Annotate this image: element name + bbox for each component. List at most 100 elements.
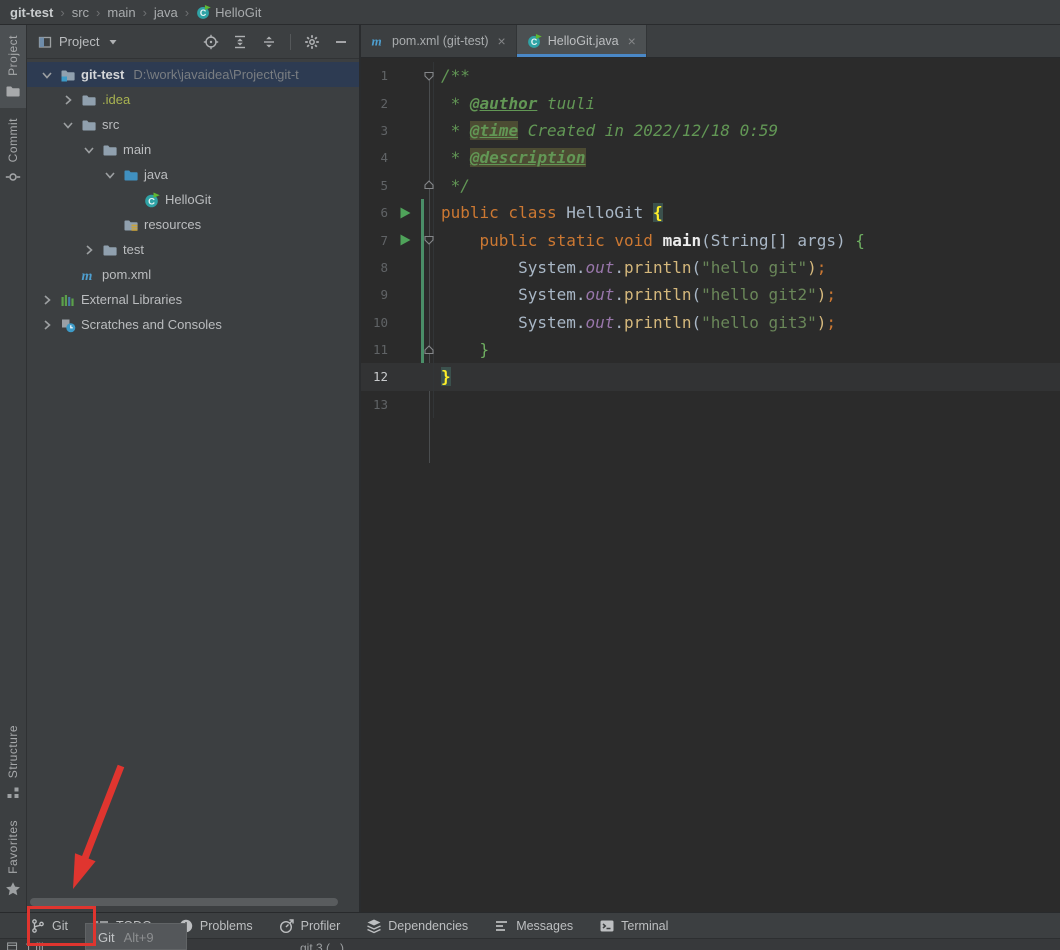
chevron-down-icon[interactable]: [81, 142, 97, 158]
code-line-10[interactable]: 10 System.out.println("hello git3");: [361, 309, 1060, 336]
tool-stripe-favorites[interactable]: Favorites: [0, 810, 26, 906]
code-line-2[interactable]: 2 * @author tuuli: [361, 89, 1060, 116]
messages-icon: [494, 918, 510, 934]
code-token: ;: [826, 285, 836, 304]
expand-all-icon[interactable]: [232, 34, 248, 50]
code-line-13[interactable]: 13: [361, 391, 1060, 418]
code-token: .: [614, 258, 624, 277]
tree-item-git-test[interactable]: git-testD:\work\javaidea\Project\git-t: [27, 62, 359, 87]
chevron-right-icon[interactable]: [81, 242, 97, 258]
statusbar-button-messages[interactable]: Messages: [494, 918, 573, 934]
code-token: .: [576, 285, 586, 304]
fold-up-icon[interactable]: [421, 177, 437, 193]
fold-down-icon[interactable]: [421, 68, 437, 84]
code-line-12[interactable]: 12}: [361, 363, 1060, 390]
code-token: @time: [470, 121, 518, 140]
horizontal-scrollbar[interactable]: [30, 898, 338, 906]
statusbar-button-profiler[interactable]: Profiler: [279, 918, 341, 934]
tool-stripe-structure[interactable]: Structure: [0, 715, 26, 810]
code-line-9[interactable]: 9 System.out.println("hello git2");: [361, 281, 1060, 308]
breadcrumb-label: main: [107, 5, 135, 20]
code-token: *: [441, 94, 470, 113]
breadcrumb-java[interactable]: java: [154, 5, 178, 20]
statusbar-button-git[interactable]: Git: [30, 918, 68, 934]
folder-icon: [81, 117, 97, 133]
code-line-4[interactable]: 4 * @description: [361, 144, 1060, 171]
folder-project-icon: [60, 67, 76, 83]
run-icon[interactable]: [397, 232, 413, 248]
code-line-11[interactable]: 11 }: [361, 336, 1060, 363]
tree-item-label: resources: [144, 217, 201, 232]
code-line-7[interactable]: 7 public static void main(String[] args)…: [361, 226, 1060, 253]
breadcrumb-git-test[interactable]: git-test: [10, 5, 53, 20]
stripe-folder-icon: [5, 83, 21, 99]
chevron-right-icon[interactable]: [39, 292, 55, 308]
gutter-marks: [388, 62, 433, 89]
gutter-marks: [388, 391, 433, 418]
code-token: Created in 2022/12/18 0:59: [518, 121, 778, 140]
breadcrumb-hellogit[interactable]: CHelloGit: [196, 5, 261, 20]
code-token: {: [653, 203, 663, 222]
settings-icon[interactable]: [304, 34, 320, 50]
statusbar-button-terminal[interactable]: Terminal: [599, 918, 668, 934]
statusbar-button-problems[interactable]: Problems: [178, 918, 253, 934]
editor-tab-hellogit-java[interactable]: CHelloGit.java×: [517, 25, 647, 57]
tree-item-external-libraries[interactable]: External Libraries: [27, 287, 359, 312]
statusbar-button-dependencies[interactable]: Dependencies: [366, 918, 468, 934]
locate-icon[interactable]: [203, 34, 219, 50]
code-editor[interactable]: 1/**2 * @author tuuli3 * @time Created i…: [361, 58, 1060, 912]
close-icon[interactable]: ×: [628, 33, 636, 49]
tree-item-hellogit[interactable]: CHelloGit: [27, 187, 359, 212]
tree-item-scratches-and-consoles[interactable]: Scratches and Consoles: [27, 312, 359, 337]
chevron-down-icon[interactable]: [60, 117, 76, 133]
line-number: 5: [361, 178, 388, 193]
chevron-down-icon[interactable]: [102, 167, 118, 183]
chevron-right-icon[interactable]: [39, 317, 55, 333]
code-line-5[interactable]: 5 */: [361, 172, 1060, 199]
statusbar-left-info: 1 fil: [6, 940, 44, 950]
tree-item-resources[interactable]: resources: [27, 212, 359, 237]
code-token: System: [518, 285, 576, 304]
code-text: */: [433, 172, 1060, 199]
gutter-marks: [388, 226, 433, 253]
tree-item-test[interactable]: test: [27, 237, 359, 262]
code-token: [441, 313, 518, 332]
tree-item-java[interactable]: java: [27, 162, 359, 187]
code-line-8[interactable]: 8 System.out.println("hello git");: [361, 254, 1060, 281]
code-line-3[interactable]: 3 * @time Created in 2022/12/18 0:59: [361, 117, 1060, 144]
code-token: (: [691, 258, 701, 277]
tab-label: HelloGit.java: [548, 34, 619, 48]
chevron-down-icon[interactable]: [105, 34, 121, 50]
code-line-6[interactable]: 6public class HelloGit {: [361, 199, 1060, 226]
hide-icon[interactable]: [333, 34, 349, 50]
breadcrumb-label: java: [154, 5, 178, 20]
code-text: }: [433, 336, 1060, 363]
code-lines: 1/**2 * @author tuuli3 * @time Created i…: [361, 62, 1060, 418]
gutter-marks: [388, 89, 433, 116]
dependencies-icon: [366, 918, 382, 934]
tool-stripe-project[interactable]: Project: [0, 25, 26, 108]
breadcrumb-main[interactable]: main: [107, 5, 135, 20]
stripe-label: Structure: [6, 725, 20, 778]
tree-item-label: .idea: [102, 92, 130, 107]
stripe-label: Project: [6, 35, 20, 76]
tree-item-main[interactable]: main: [27, 137, 359, 162]
code-line-1[interactable]: 1/**: [361, 62, 1060, 89]
statusbar-git-text: git 3 (...): [300, 941, 344, 950]
tree-item-src[interactable]: src: [27, 112, 359, 137]
code-token: @author: [470, 94, 537, 113]
class-icon: C: [196, 5, 211, 20]
tree-item-pom-xml[interactable]: mpom.xml: [27, 262, 359, 287]
chevron-right-icon[interactable]: [60, 92, 76, 108]
editor-tab-pom-xml-git-test[interactable]: mpom.xml (git-test)×: [361, 25, 517, 57]
tool-stripe-commit[interactable]: Commit: [0, 108, 26, 194]
run-icon[interactable]: [397, 205, 413, 221]
code-token: }: [480, 340, 490, 359]
fold-up-icon[interactable]: [421, 342, 437, 358]
collapse-all-icon[interactable]: [261, 34, 277, 50]
chevron-down-icon[interactable]: [39, 67, 55, 83]
fold-down-icon[interactable]: [421, 232, 437, 248]
breadcrumb-src[interactable]: src: [72, 5, 89, 20]
close-icon[interactable]: ×: [498, 33, 506, 49]
tree-item-idea[interactable]: .idea: [27, 87, 359, 112]
